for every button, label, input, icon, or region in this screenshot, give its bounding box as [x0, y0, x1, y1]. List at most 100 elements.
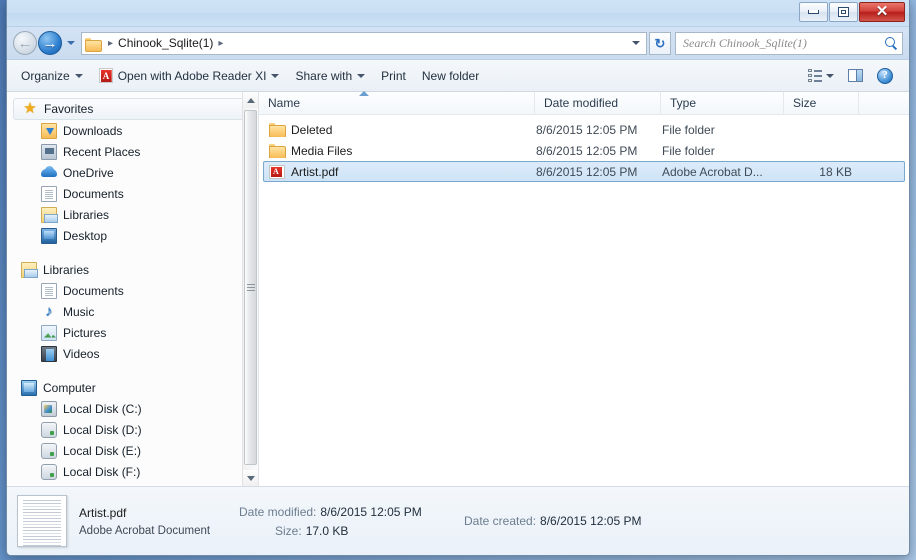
preview-pane-button[interactable] — [842, 65, 869, 86]
sidebar-item-label: Libraries — [63, 207, 110, 222]
sidebar-item-libraries[interactable]: Libraries — [7, 204, 258, 225]
maximize-button[interactable] — [829, 2, 858, 22]
sidebar-item-label: Documents — [63, 283, 124, 298]
minimize-button[interactable] — [799, 2, 828, 22]
details-filetype: Adobe Acrobat Document — [79, 524, 211, 537]
details-date-modified-value: 8/6/2015 12:05 PM — [320, 504, 422, 519]
view-options-icon — [808, 69, 822, 82]
sidebar-section-computer[interactable]: Computer — [7, 377, 258, 398]
breadcrumb-dropdown-button[interactable] — [628, 41, 644, 45]
search-placeholder: Search Chinook_Sqlite(1) — [683, 35, 807, 50]
document-icon — [41, 185, 57, 202]
sort-ascending-icon — [359, 91, 369, 96]
navigation-pane: Favorites Downloads Recent Places OneDrive D… — [7, 92, 259, 486]
column-header-date-modified[interactable]: Date modified — [535, 92, 661, 114]
cell-name-label: Deleted — [291, 122, 333, 137]
sidebar-item-music[interactable]: Music — [7, 301, 258, 322]
change-view-button[interactable] — [802, 65, 840, 86]
scroll-down-button[interactable] — [243, 470, 258, 486]
sidebar-item-local-disk-c[interactable]: Local Disk (C:) — [7, 398, 258, 419]
disk-icon — [41, 442, 57, 459]
sidebar-item-desktop[interactable]: Desktop — [7, 225, 258, 246]
nav-section-gap — [7, 246, 258, 259]
sidebar-item-local-disk-d[interactable]: Local Disk (D:) — [7, 419, 258, 440]
breadcrumb[interactable]: ▸ Chinook_Sqlite(1) ▸ — [81, 31, 647, 55]
chevron-down-icon — [246, 475, 255, 481]
sidebar-item-label: Local Disk (D:) — [63, 422, 142, 437]
cell-type: File folder — [662, 143, 715, 158]
sidebar-item-documents[interactable]: Documents — [7, 280, 258, 301]
sidebar-section-favorites[interactable]: Favorites — [13, 98, 252, 120]
sidebar-item-recent-places[interactable]: Recent Places — [7, 141, 258, 162]
address-bar: ← → ▸ Chinook_Sqlite(1) ▸ ↻ Search Chino… — [7, 27, 909, 60]
refresh-button[interactable]: ↻ — [649, 31, 671, 55]
details-dates-right: Date created: 8/6/2015 12:05 PM — [464, 514, 641, 528]
sidebar-section-label: Computer — [43, 380, 96, 395]
table-row[interactable]: Artist.pdf 8/6/2015 12:05 PM Adobe Acrobat… — [263, 161, 905, 182]
scroll-up-button[interactable] — [243, 92, 258, 108]
close-button[interactable]: ✕ — [859, 2, 905, 22]
navigation-list: Favorites Downloads Recent Places OneDrive D… — [7, 92, 258, 482]
new-folder-label: New folder — [421, 68, 480, 83]
details-date-created-label: Date created: — [464, 514, 537, 528]
column-header-size[interactable]: Size — [784, 92, 859, 114]
cell-size: 18 KB — [819, 164, 852, 179]
disk-icon — [41, 421, 57, 438]
navigation-scrollbar[interactable] — [242, 92, 258, 486]
cell-type: Adobe Acrobat D... — [662, 164, 763, 179]
new-folder-button[interactable]: New folder — [414, 65, 487, 87]
organize-button[interactable]: Organize — [13, 65, 91, 87]
history-dropdown-button[interactable] — [64, 41, 78, 45]
sidebar-item-videos[interactable]: Videos — [7, 343, 258, 364]
command-toolbar: Organize Open with Adobe Reader XI Share… — [7, 60, 909, 92]
onedrive-icon — [41, 165, 57, 181]
table-row[interactable]: Media Files 8/6/2015 12:05 PM File folder — [263, 140, 905, 161]
sidebar-item-label: Videos — [63, 346, 100, 361]
sidebar-item-downloads[interactable]: Downloads — [7, 120, 258, 141]
chevron-down-icon — [826, 73, 834, 78]
explorer-content: Favorites Downloads Recent Places OneDrive D… — [7, 91, 909, 486]
column-header-date-label: Date modified — [544, 96, 619, 110]
sidebar-item-local-disk-e[interactable]: Local Disk (E:) — [7, 440, 258, 461]
sidebar-item-local-disk-f[interactable]: Local Disk (F:) — [7, 461, 258, 482]
sidebar-item-label: Desktop — [63, 228, 108, 243]
table-row[interactable]: Deleted 8/6/2015 12:05 PM File folder — [263, 119, 905, 140]
share-with-button[interactable]: Share with — [287, 65, 373, 87]
open-with-adobe-reader-button[interactable]: Open with Adobe Reader XI — [91, 64, 288, 87]
details-date-modified-label: Date modified: — [239, 504, 317, 519]
help-icon: ? — [877, 67, 893, 84]
help-button[interactable]: ? — [871, 64, 899, 88]
library-icon — [41, 206, 58, 223]
organize-label: Organize — [21, 68, 70, 83]
back-button[interactable]: ← — [13, 31, 37, 55]
scrollbar-thumb[interactable] — [244, 110, 257, 465]
minimize-icon — [808, 10, 819, 14]
forward-button[interactable]: → — [38, 31, 62, 55]
cell-type: File folder — [662, 122, 715, 137]
cell-date-modified: 8/6/2015 12:05 PM — [536, 122, 638, 137]
print-button[interactable]: Print — [373, 65, 414, 87]
computer-icon — [21, 379, 37, 396]
sidebar-item-label: Pictures — [63, 325, 107, 340]
toolbar-right-group: ? — [802, 64, 903, 88]
search-input[interactable]: Search Chinook_Sqlite(1) — [675, 31, 903, 55]
column-header-name[interactable]: Name — [259, 91, 535, 114]
cell-name-label: Media Files — [291, 143, 353, 158]
sidebar-item-pictures[interactable]: Pictures — [7, 322, 258, 343]
breadcrumb-item-root[interactable]: Chinook_Sqlite(1) — [118, 36, 213, 50]
column-header-name-label: Name — [268, 96, 301, 110]
sidebar-item-label: Local Disk (C:) — [63, 401, 142, 416]
close-icon: ✕ — [875, 3, 889, 20]
sidebar-section-libraries[interactable]: Libraries — [7, 259, 258, 280]
title-bar: ✕ — [7, 0, 909, 27]
back-arrow-icon: ← — [17, 34, 33, 52]
column-header-size-label: Size — [793, 96, 817, 110]
recent-places-icon — [41, 143, 57, 160]
sidebar-section-label: Favorites — [44, 102, 94, 116]
column-header-type[interactable]: Type — [661, 92, 784, 114]
details-size-label: Size: — [275, 523, 302, 538]
window-controls: ✕ — [799, 2, 905, 22]
sidebar-item-documents[interactable]: Documents — [7, 183, 258, 204]
folder-icon — [269, 122, 286, 137]
sidebar-item-onedrive[interactable]: OneDrive — [7, 162, 258, 183]
